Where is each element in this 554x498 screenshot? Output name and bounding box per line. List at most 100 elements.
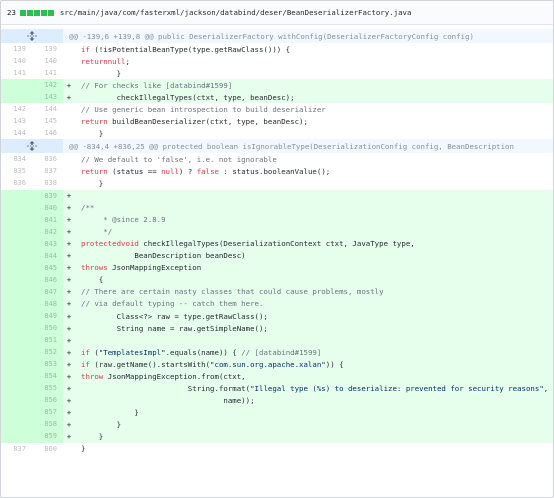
- addition-marker: +: [66, 371, 72, 381]
- old-line-number[interactable]: 143: [1, 115, 32, 128]
- addition-marker: +: [66, 419, 72, 429]
- old-line-number[interactable]: [1, 79, 32, 92]
- new-line-number[interactable]: 142: [32, 79, 63, 92]
- context-line: 143 145 return buildBeanDeserializer(ctxt…: [1, 115, 553, 128]
- old-line-number[interactable]: [1, 225, 32, 238]
- added-line: 855 + String.format("Illegal type (%s) to…: [1, 382, 553, 395]
- old-line-number[interactable]: [1, 297, 32, 310]
- context-marker: [63, 127, 75, 139]
- diff-table: @@ -139,6 +139,8 @@ public DeserializerF…: [1, 29, 553, 455]
- code-text: throw JsonMappingException.from(ctxt,: [81, 371, 246, 381]
- new-line-number[interactable]: 844: [32, 249, 63, 262]
- code-text: checkIllegalTypes(ctxt, type, beanDesc);: [81, 92, 295, 102]
- new-line-number[interactable]: 838: [32, 177, 63, 190]
- old-line-number[interactable]: [1, 213, 32, 226]
- old-line-number[interactable]: [1, 346, 32, 359]
- added-line: 856 + name));: [1, 394, 553, 407]
- code-text: }: [81, 407, 139, 417]
- new-line-number[interactable]: 857: [32, 406, 63, 419]
- new-line-number[interactable]: 855: [32, 382, 63, 395]
- old-line-number[interactable]: [1, 91, 32, 104]
- new-line-number[interactable]: 843: [32, 237, 63, 250]
- diffstat-block: [26, 9, 33, 16]
- old-line-number[interactable]: 140: [1, 55, 32, 68]
- new-line-number[interactable]: 845: [32, 261, 63, 274]
- old-line-number[interactable]: [1, 394, 32, 407]
- context-line: 836 838 }: [1, 177, 553, 190]
- hunk-header: @@ -139,6 +139,8 @@ public DeserializerF…: [1, 29, 553, 43]
- new-line-number[interactable]: 839: [32, 189, 63, 202]
- context-line: 142 144 // Use generic bean introspection…: [1, 103, 553, 116]
- new-line-number[interactable]: 854: [32, 370, 63, 383]
- new-line-number[interactable]: 860: [32, 442, 63, 455]
- diffstat-bar: [19, 9, 54, 16]
- old-line-number[interactable]: 836: [1, 177, 32, 190]
- old-line-number[interactable]: [1, 418, 32, 431]
- new-line-number[interactable]: 842: [32, 225, 63, 238]
- new-line-number[interactable]: 837: [32, 165, 63, 178]
- new-line-number[interactable]: 139: [32, 43, 63, 56]
- new-line-number[interactable]: 856: [32, 394, 63, 407]
- old-line-number[interactable]: [1, 237, 32, 250]
- new-line-number[interactable]: 849: [32, 309, 63, 323]
- new-line-number[interactable]: 146: [32, 127, 63, 140]
- old-line-number[interactable]: [1, 358, 32, 371]
- old-line-number[interactable]: [1, 201, 32, 214]
- new-line-number[interactable]: 144: [32, 103, 63, 116]
- old-line-number[interactable]: 835: [1, 165, 32, 178]
- added-line: 843 + protected void checkIllegalTypes(De…: [1, 237, 553, 250]
- new-line-number[interactable]: 836: [32, 153, 63, 166]
- new-line-number[interactable]: 840: [32, 201, 63, 214]
- old-line-number[interactable]: [1, 406, 32, 419]
- old-line-number[interactable]: [1, 249, 32, 262]
- old-line-number[interactable]: [1, 382, 32, 395]
- old-line-number[interactable]: [1, 261, 32, 274]
- old-line-number[interactable]: 139: [1, 43, 32, 56]
- new-line-number[interactable]: 847: [32, 285, 63, 298]
- old-line-number[interactable]: [1, 285, 32, 298]
- addition-marker: +: [66, 92, 72, 102]
- old-line-number[interactable]: [1, 370, 32, 383]
- old-line-number[interactable]: 144: [1, 127, 32, 140]
- old-line-number[interactable]: [1, 334, 32, 347]
- context-marker: [63, 165, 75, 177]
- addition-marker: +: [66, 239, 72, 249]
- new-line-number[interactable]: 850: [32, 322, 63, 335]
- new-line-number[interactable]: 841: [32, 213, 63, 226]
- context-marker: [63, 153, 75, 165]
- added-line: 854 + throw JsonMappingException.from(ctx…: [1, 370, 553, 383]
- new-line-number[interactable]: 853: [32, 358, 63, 371]
- new-line-number[interactable]: 848: [32, 297, 63, 310]
- new-line-number[interactable]: 858: [32, 418, 63, 431]
- added-line: 142 + // For checks like [databind#1599]: [1, 79, 553, 92]
- unfold-icon[interactable]: [1, 139, 63, 154]
- new-line-number[interactable]: 140: [32, 55, 63, 68]
- code-text: if ("TemplatesImpl" .equals(name)) { // […: [81, 347, 322, 357]
- old-line-number[interactable]: [1, 309, 32, 323]
- new-line-number[interactable]: 846: [32, 273, 63, 286]
- diffstat-block: [47, 9, 54, 16]
- file-path-link[interactable]: src/main/java/com/fasterxml/jackson/data…: [60, 8, 412, 17]
- context-marker: [63, 443, 75, 455]
- code-text: * @since 2.8.9: [81, 215, 166, 225]
- old-line-number[interactable]: 834: [1, 153, 32, 166]
- new-line-number[interactable]: 852: [32, 346, 63, 359]
- added-line: 840 + /**: [1, 201, 553, 214]
- old-line-number[interactable]: 141: [1, 67, 32, 80]
- old-line-number[interactable]: [1, 430, 32, 443]
- unfold-icon[interactable]: [1, 29, 63, 43]
- new-line-number[interactable]: 145: [32, 115, 63, 128]
- old-line-number[interactable]: [1, 273, 32, 286]
- code-text: }: [81, 431, 104, 441]
- old-line-number[interactable]: [1, 189, 32, 202]
- new-line-number[interactable]: 141: [32, 67, 63, 80]
- old-line-number[interactable]: 142: [1, 103, 32, 116]
- code-text: }: [81, 128, 104, 138]
- new-line-number[interactable]: 859: [32, 430, 63, 443]
- new-line-number[interactable]: 851: [32, 334, 63, 347]
- old-line-number[interactable]: 837: [1, 442, 32, 455]
- old-line-number[interactable]: [1, 322, 32, 335]
- new-line-number[interactable]: 143: [32, 91, 63, 104]
- addition-marker: +: [66, 335, 72, 345]
- context-line: 837 860 }: [1, 442, 553, 455]
